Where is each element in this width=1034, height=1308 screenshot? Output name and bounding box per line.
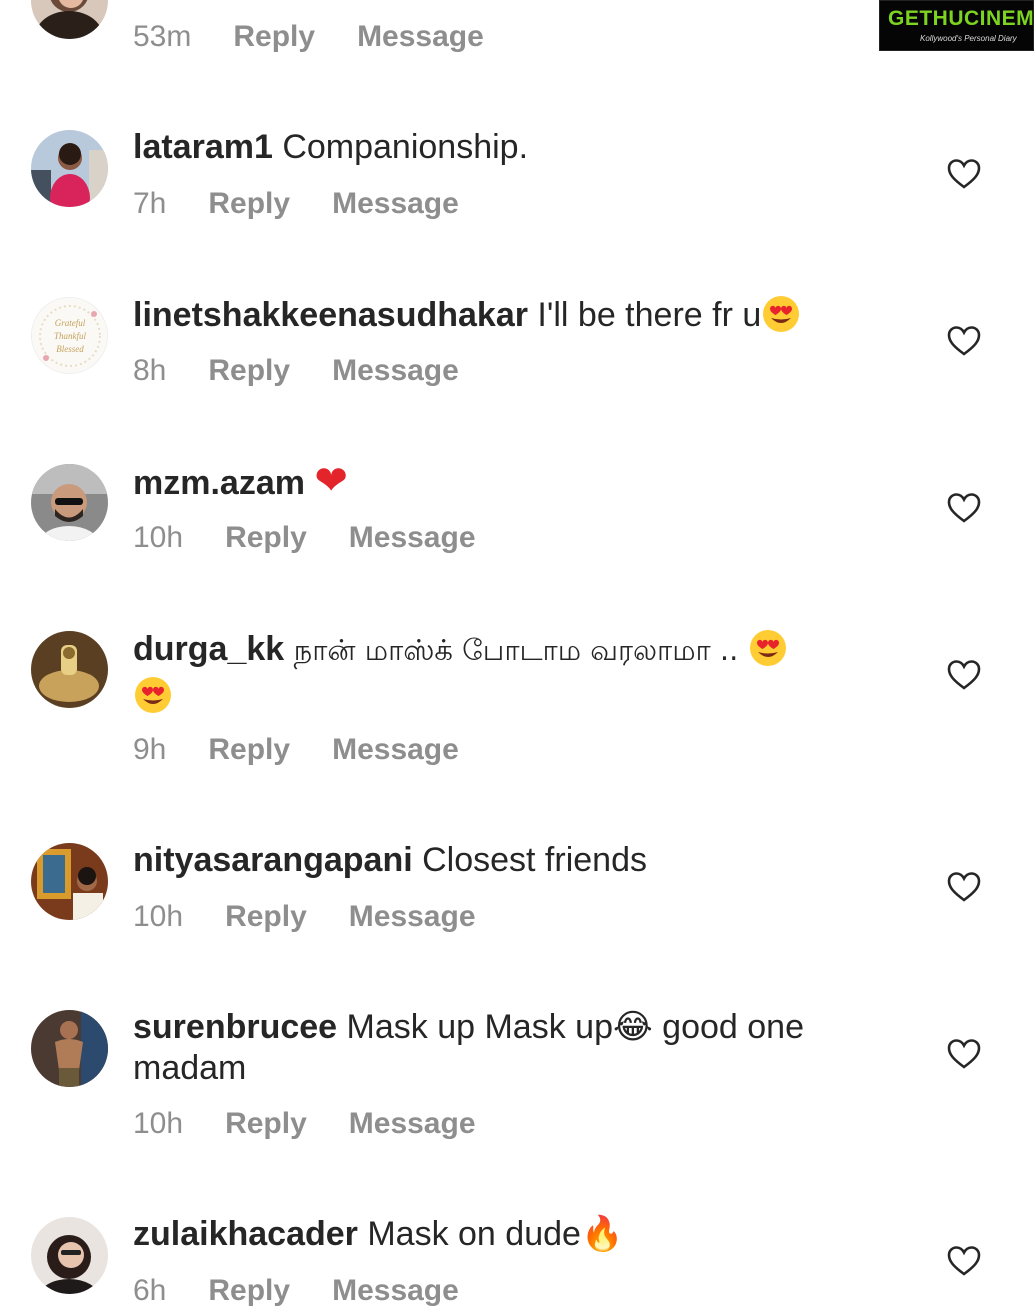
comment-body: நான் மாஸ்க் போடாம வரலாமா .. [293, 633, 739, 667]
red-heart-emoji: ❤ [314, 458, 348, 504]
comment-body: Mask up Mask up [346, 1008, 613, 1046]
reply-button[interactable]: Reply [208, 354, 290, 388]
comment-time: 53m [133, 20, 192, 53]
tears-of-joy-emoji: 😂 [613, 1007, 653, 1047]
message-button[interactable]: Message [332, 733, 459, 767]
comment-body: Mask on dude [367, 1215, 581, 1253]
avatar[interactable]: Grateful Thankful Blessed [31, 297, 108, 374]
avatar[interactable] [31, 843, 108, 920]
comment-time: 6h [133, 1274, 167, 1307]
comment-meta: 7h Reply Message [133, 187, 459, 221]
comment-meta: 9h Reply Message [133, 733, 459, 767]
heart-eyes-emoji [761, 294, 801, 334]
comment-meta: 10h Reply Message [133, 1107, 476, 1141]
comment-meta: 10h Reply Message [133, 900, 476, 934]
comment-text: nityasarangapani Closest friends [133, 840, 863, 881]
comment-text: lataram1 Companionship. [133, 127, 863, 168]
comment-time: 10h [133, 900, 184, 933]
reply-button[interactable]: Reply [225, 900, 307, 934]
message-button[interactable]: Message [349, 521, 476, 555]
heart-outline-icon[interactable] [947, 871, 981, 903]
comment-time: 10h [133, 1107, 184, 1140]
avatar-word-thankful: Thankful [54, 331, 87, 341]
avatar[interactable] [31, 631, 108, 708]
watermark-brand: GETHUCINEMA [888, 7, 1034, 30]
reply-button[interactable]: Reply [208, 733, 290, 767]
avatar[interactable] [31, 0, 108, 39]
heart-eyes-emoji [133, 675, 173, 715]
heart-outline-icon[interactable] [947, 325, 981, 357]
reply-button[interactable]: Reply [208, 1274, 290, 1308]
heart-outline-icon[interactable] [947, 1245, 981, 1277]
heart-outline-icon[interactable] [947, 1038, 981, 1070]
comment-time: 8h [133, 354, 167, 387]
comment-time: 7h [133, 187, 167, 220]
avatar[interactable] [31, 1217, 108, 1294]
avatar[interactable] [31, 464, 108, 541]
heart-outline-icon[interactable] [947, 659, 981, 691]
reply-button[interactable]: Reply [208, 187, 290, 221]
message-button[interactable]: Message [332, 1274, 459, 1308]
message-button[interactable]: Message [349, 1107, 476, 1141]
comment-meta: 10h Reply Message [133, 521, 476, 555]
comment-username[interactable]: nityasarangapani [133, 841, 413, 879]
comment-username[interactable]: zulaikhacader [133, 1215, 358, 1253]
message-button[interactable]: Message [349, 900, 476, 934]
avatar-word-blessed: Blessed [56, 344, 84, 354]
comment-text: surenbrucee Mask up Mask up😂 good one ma… [133, 1007, 863, 1089]
heart-eyes-emoji [748, 628, 788, 668]
comment-body: Companionship. [282, 128, 529, 166]
reply-button[interactable]: Reply [225, 521, 307, 555]
comment-meta: 8h Reply Message [133, 354, 459, 388]
reply-button[interactable]: Reply [225, 1107, 307, 1141]
comment-username[interactable]: lataram1 [133, 128, 273, 166]
fire-emoji: 🔥 [580, 1214, 624, 1254]
heart-outline-icon[interactable] [947, 158, 981, 190]
comment-username[interactable]: durga_kk [133, 630, 284, 668]
comment-meta: 53m Reply Message [133, 20, 484, 54]
comment-text: mzm.azam ❤ [133, 461, 863, 504]
comment-text: linetshakkeenasudhakar I'll be there fr … [133, 294, 863, 336]
comment-username[interactable]: mzm.azam [133, 464, 305, 502]
gethucinema-watermark-logo: GETHUCINEMA Kollywood's Personal Diary [879, 0, 1034, 51]
avatar-word-grateful: Grateful [55, 318, 86, 328]
avatar[interactable] [31, 1010, 108, 1087]
comment-username[interactable]: surenbrucee [133, 1008, 337, 1046]
comment-time: 9h [133, 733, 167, 766]
comment-body: I'll be there fr u [537, 296, 762, 334]
watermark-tagline: Kollywood's Personal Diary [920, 34, 1017, 43]
comment-body: Closest friends [422, 841, 647, 879]
avatar[interactable] [31, 130, 108, 207]
heart-outline-icon[interactable] [947, 492, 981, 524]
comment-meta: 6h Reply Message [133, 1274, 459, 1308]
message-button[interactable]: Message [357, 20, 484, 54]
message-button[interactable]: Message [332, 354, 459, 388]
reply-button[interactable]: Reply [233, 20, 315, 54]
comment-text: durga_kk நான் மாஸ்க் போடாம வரலாமா .. [133, 628, 863, 717]
comment-username[interactable]: linetshakkeenasudhakar [133, 296, 528, 334]
comment-text: zulaikhacader Mask on dude🔥 [133, 1214, 863, 1255]
comment-time: 10h [133, 521, 184, 554]
message-button[interactable]: Message [332, 187, 459, 221]
